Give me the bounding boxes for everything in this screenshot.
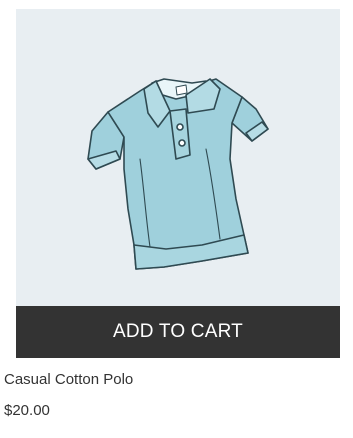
polo-shirt-icon: [87, 78, 269, 270]
product-name[interactable]: Casual Cotton Polo: [4, 371, 133, 388]
product-price: $20.00: [4, 402, 50, 419]
product-card: ADD TO CART: [16, 9, 340, 358]
add-to-cart-button[interactable]: ADD TO CART: [16, 306, 340, 358]
product-image[interactable]: [16, 9, 340, 306]
